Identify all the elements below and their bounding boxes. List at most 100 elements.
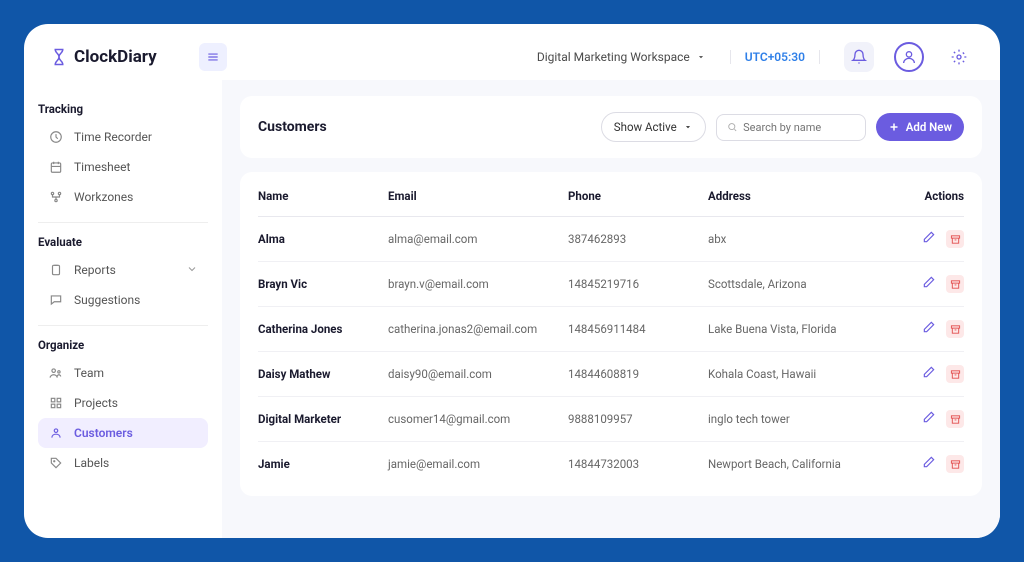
cell-name: Digital Marketer <box>258 412 388 426</box>
cell-phone: 14844608819 <box>568 367 708 381</box>
cell-name: Alma <box>258 232 388 246</box>
nav-team[interactable]: Team <box>38 358 208 388</box>
search-box[interactable] <box>716 114 866 141</box>
workspace-label: Digital Marketing Workspace <box>537 50 690 64</box>
hourglass-icon <box>50 48 68 66</box>
pencil-icon <box>922 230 936 244</box>
menu-toggle[interactable] <box>199 43 227 71</box>
archive-button[interactable] <box>946 410 964 428</box>
search-icon <box>727 121 737 133</box>
clipboard-icon <box>48 262 64 278</box>
cell-email: alma@email.com <box>388 232 568 246</box>
cell-address: inglo tech tower <box>708 412 904 426</box>
nav-customers[interactable]: Customers <box>38 418 208 448</box>
col-name: Name <box>258 189 388 203</box>
section-organize: Organize <box>38 338 208 352</box>
cell-name: Catherina Jones <box>258 322 388 336</box>
pencil-icon <box>922 320 936 334</box>
section-evaluate: Evaluate <box>38 235 208 249</box>
network-icon <box>48 189 64 205</box>
cell-phone: 148456911484 <box>568 322 708 336</box>
cell-address: Newport Beach, California <box>708 457 904 471</box>
chat-icon <box>48 292 64 308</box>
topbar: ClockDiary Digital Marketing Workspace U… <box>24 24 1000 80</box>
plus-icon <box>888 121 900 133</box>
nav-projects[interactable]: Projects <box>38 388 208 418</box>
section-tracking: Tracking <box>38 102 208 116</box>
archive-button[interactable] <box>946 455 964 473</box>
archive-icon <box>950 369 961 380</box>
archive-icon <box>950 459 961 470</box>
search-input[interactable] <box>743 121 855 134</box>
customers-table-card: NameEmailPhoneAddressActionsAlmaalma@ema… <box>240 172 982 496</box>
archive-button[interactable] <box>946 230 964 248</box>
bell-icon <box>851 49 867 65</box>
table-row: Daisy Mathewdaisy90@email.com14844608819… <box>258 352 964 397</box>
chevron-down-icon <box>186 263 198 278</box>
user-avatar[interactable] <box>894 42 924 72</box>
nav-suggestions[interactable]: Suggestions <box>38 285 208 315</box>
edit-button[interactable] <box>922 275 936 293</box>
archive-button[interactable] <box>946 365 964 383</box>
edit-button[interactable] <box>922 410 936 428</box>
nav-labels[interactable]: Labels <box>38 448 208 478</box>
nav-workzones[interactable]: Workzones <box>38 182 208 212</box>
pencil-icon <box>922 455 936 469</box>
cell-name: Jamie <box>258 457 388 471</box>
col-actions: Actions <box>904 189 964 203</box>
cell-address: Scottsdale, Arizona <box>708 277 904 291</box>
cell-phone: 14845219716 <box>568 277 708 291</box>
nav-time-recorder[interactable]: Time Recorder <box>38 122 208 152</box>
caret-down-icon <box>696 52 706 62</box>
app-name: ClockDiary <box>74 47 157 67</box>
cell-name: Daisy Mathew <box>258 367 388 381</box>
grid-icon <box>48 395 64 411</box>
table-row: Digital Marketercusomer14@gmail.com98881… <box>258 397 964 442</box>
archive-button[interactable] <box>946 320 964 338</box>
edit-button[interactable] <box>922 320 936 338</box>
cell-phone: 9888109957 <box>568 412 708 426</box>
notifications-button[interactable] <box>844 42 874 72</box>
table-row: Almaalma@email.com387462893abx <box>258 217 964 262</box>
archive-icon <box>950 414 961 425</box>
pencil-icon <box>922 365 936 379</box>
timezone-display[interactable]: UTC+05:30 <box>730 50 820 64</box>
edit-button[interactable] <box>922 365 936 383</box>
cell-email: brayn.v@email.com <box>388 277 568 291</box>
app-logo: ClockDiary <box>50 47 157 67</box>
cell-name: Brayn Vic <box>258 277 388 291</box>
cell-email: catherina.jonas2@email.com <box>388 322 568 336</box>
edit-button[interactable] <box>922 230 936 248</box>
pencil-icon <box>922 275 936 289</box>
cell-phone: 387462893 <box>568 232 708 246</box>
page-header-card: Customers Show Active Add New <box>240 96 982 158</box>
add-new-button[interactable]: Add New <box>876 113 964 141</box>
workspace-selector[interactable]: Digital Marketing Workspace <box>537 50 706 64</box>
person-icon <box>48 425 64 441</box>
sidebar: Tracking Time Recorder Timesheet Workzon… <box>24 80 222 538</box>
cell-email: cusomer14@gmail.com <box>388 412 568 426</box>
settings-button[interactable] <box>944 42 974 72</box>
cell-email: jamie@email.com <box>388 457 568 471</box>
cell-email: daisy90@email.com <box>388 367 568 381</box>
page-title: Customers <box>258 119 327 135</box>
table-header: NameEmailPhoneAddressActions <box>258 176 964 217</box>
nav-reports[interactable]: Reports <box>38 255 208 285</box>
edit-button[interactable] <box>922 455 936 473</box>
caret-down-icon <box>683 122 693 132</box>
clock-icon <box>48 129 64 145</box>
col-email: Email <box>388 189 568 203</box>
archive-icon <box>950 279 961 290</box>
gear-icon <box>951 49 967 65</box>
nav-timesheet[interactable]: Timesheet <box>38 152 208 182</box>
people-icon <box>48 365 64 381</box>
calendar-icon <box>48 159 64 175</box>
archive-icon <box>950 234 961 245</box>
cell-address: abx <box>708 232 904 246</box>
show-active-filter[interactable]: Show Active <box>601 112 706 142</box>
table-row: Catherina Jonescatherina.jonas2@email.co… <box>258 307 964 352</box>
cell-address: Kohala Coast, Hawaii <box>708 367 904 381</box>
archive-button[interactable] <box>946 275 964 293</box>
cell-phone: 14844732003 <box>568 457 708 471</box>
archive-icon <box>950 324 961 335</box>
